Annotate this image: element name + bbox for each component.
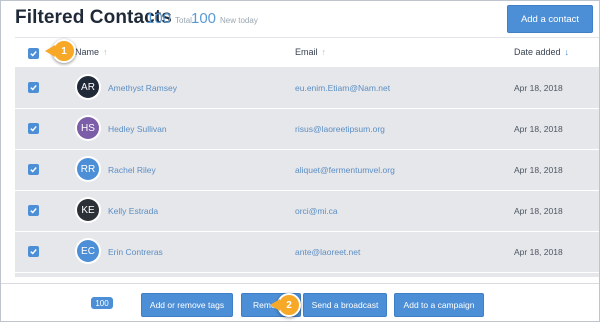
check-icon xyxy=(30,208,37,214)
avatar: EC xyxy=(77,240,99,262)
table-header: Name ↑ Email ↑ Date added ↓ xyxy=(15,37,599,68)
check-icon xyxy=(30,249,37,255)
new-label: New today xyxy=(220,16,258,25)
selected-count-badge: 100 xyxy=(91,297,113,309)
column-date-added[interactable]: Date added ↓ xyxy=(514,47,569,57)
check-icon xyxy=(30,167,37,173)
check-icon xyxy=(30,126,37,132)
row-checkbox[interactable] xyxy=(28,246,39,257)
row-checkbox[interactable] xyxy=(28,164,39,175)
column-email[interactable]: Email ↑ xyxy=(295,47,326,57)
contact-name[interactable]: Erin Contreras xyxy=(108,247,163,257)
contact-email[interactable]: aliquet@fermentumvel.org xyxy=(295,165,395,175)
sort-down-icon: ↓ xyxy=(564,47,570,57)
column-email-label: Email xyxy=(295,47,318,57)
table-row[interactable]: KE Kelly Estrada orci@mi.ca Apr 18, 2018 xyxy=(15,190,599,232)
contact-name[interactable]: Hedley Sullivan xyxy=(108,124,167,134)
send-broadcast-button[interactable]: Send a broadcast xyxy=(303,293,387,317)
contact-name[interactable]: Kelly Estrada xyxy=(108,206,158,216)
avatar: RR xyxy=(77,158,99,180)
new-count: 100 xyxy=(191,10,217,27)
contact-email[interactable]: ante@laoreet.net xyxy=(295,247,360,257)
avatar: HS xyxy=(77,117,99,139)
check-icon xyxy=(30,85,37,91)
contact-name[interactable]: Rachel Riley xyxy=(108,165,156,175)
contact-date-added: Apr 18, 2018 xyxy=(514,124,563,134)
sort-up-icon: ↑ xyxy=(103,47,108,57)
column-name[interactable]: Name ↑ xyxy=(75,47,108,57)
add-to-campaign-button[interactable]: Add to a campaign xyxy=(394,293,484,317)
avatar: KE xyxy=(77,199,99,221)
check-icon xyxy=(30,51,37,57)
add-remove-tags-button[interactable]: Add or remove tags xyxy=(141,293,233,317)
new-today-stat: 100 New today xyxy=(191,10,258,27)
column-date-label: Date added xyxy=(514,47,561,57)
column-name-label: Name xyxy=(75,47,100,57)
select-all-checkbox[interactable] xyxy=(28,48,39,59)
row-checkbox[interactable] xyxy=(28,123,39,134)
sort-up-icon: ↑ xyxy=(321,47,327,57)
step-callout-1: 1 xyxy=(45,39,76,63)
table-row[interactable]: HS Hedley Sullivan risus@laoreetipsum.or… xyxy=(15,108,599,150)
avatar: AR xyxy=(77,76,99,98)
contact-date-added: Apr 18, 2018 xyxy=(514,206,563,216)
contact-date-added: Apr 18, 2018 xyxy=(514,247,563,257)
table-row[interactable]: EC Erin Contreras ante@laoreet.net Apr 1… xyxy=(15,231,599,273)
row-checkbox[interactable] xyxy=(28,205,39,216)
step-callout-2: 2 xyxy=(270,293,301,317)
total-count: 100 xyxy=(146,10,172,27)
table-row[interactable]: AR Amethyst Ramsey eu.enim.Etiam@Nam.net… xyxy=(15,67,599,109)
add-contact-button[interactable]: Add a contact xyxy=(507,5,593,33)
table-row[interactable]: RR Rachel Riley aliquet@fermentumvel.org… xyxy=(15,149,599,191)
contacts-panel: Filtered Contacts 100 Total 100 New toda… xyxy=(0,0,600,322)
row-checkbox[interactable] xyxy=(28,82,39,93)
contact-email[interactable]: risus@laoreetipsum.org xyxy=(295,124,385,134)
contact-name[interactable]: Amethyst Ramsey xyxy=(108,83,177,93)
page-header: Filtered Contacts 100 Total 100 New toda… xyxy=(1,1,599,37)
contacts-table-body: AR Amethyst Ramsey eu.enim.Etiam@Nam.net… xyxy=(15,67,599,277)
contact-email[interactable]: orci@mi.ca xyxy=(295,206,338,216)
total-stat: 100 Total xyxy=(146,10,192,27)
contact-date-added: Apr 18, 2018 xyxy=(514,83,563,93)
contact-email[interactable]: eu.enim.Etiam@Nam.net xyxy=(295,83,390,93)
contact-date-added: Apr 18, 2018 xyxy=(514,165,563,175)
total-label: Total xyxy=(175,16,192,25)
